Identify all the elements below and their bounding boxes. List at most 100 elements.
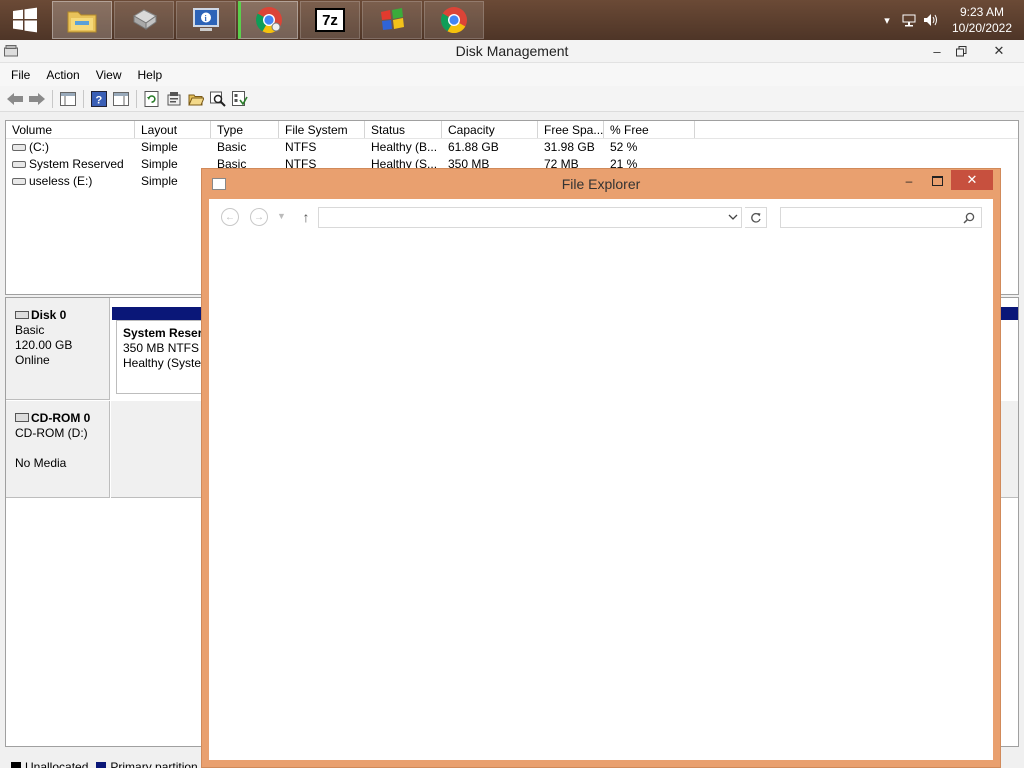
cd-rom-type: CD-ROM (D:)	[15, 426, 88, 440]
taskbar-chrome[interactable]	[424, 1, 484, 39]
file-system-cell: NTFS	[285, 140, 317, 154]
layout-cell: Simple	[141, 174, 178, 188]
cd-rom-state: No Media	[15, 456, 67, 470]
open-button[interactable]	[185, 88, 207, 110]
taskbar-windows-legacy-app[interactable]	[362, 1, 422, 39]
unallocated-swatch	[11, 762, 21, 768]
chevron-down-icon	[728, 214, 738, 220]
7zip-icon: 7z	[315, 8, 345, 32]
legend-primary-partition: Primary partition	[110, 760, 198, 768]
column-header-layout[interactable]: Layout	[135, 121, 211, 138]
taskbar-system-information[interactable]: i	[176, 1, 236, 39]
chrome-icon	[440, 7, 467, 34]
menu-file[interactable]: File	[3, 68, 38, 82]
refresh-icon	[750, 212, 761, 223]
back-arrow-icon	[7, 92, 23, 105]
free-space-cell: 31.98 GB	[544, 140, 595, 154]
minimize-button[interactable]: –	[896, 171, 922, 191]
recent-locations-dropdown[interactable]: ▼	[277, 211, 286, 221]
close-button[interactable]: ✕	[984, 40, 1014, 62]
address-bar[interactable]	[318, 207, 742, 228]
toolbar-separator	[83, 89, 84, 108]
folder-icon	[67, 11, 97, 33]
layout-cell: Simple	[141, 157, 178, 171]
column-header-percent-free[interactable]: % Free	[604, 121, 695, 138]
disk-name: Disk 0	[31, 308, 67, 322]
show-hide-action-pane-button[interactable]	[110, 88, 132, 110]
column-header-capacity[interactable]: Capacity	[442, 121, 538, 138]
system-tray: ▾ 9:23 AM 10/20/2022	[876, 0, 1024, 40]
action-pane-icon	[113, 91, 129, 106]
explore-button[interactable]	[207, 88, 229, 110]
disk-state: Online	[15, 353, 50, 367]
help-icon: ?	[91, 90, 107, 107]
address-dropdown-button[interactable]	[726, 210, 740, 224]
svg-text:?: ?	[96, 94, 103, 106]
start-button[interactable]	[0, 0, 50, 40]
menu-help[interactable]: Help	[130, 68, 171, 82]
column-header-type[interactable]: Type	[211, 121, 279, 138]
cd-rom-name: CD-ROM 0	[31, 411, 91, 425]
settings-button[interactable]	[229, 88, 251, 110]
up-button[interactable]: ↑	[298, 207, 314, 227]
search-icon[interactable]	[961, 210, 977, 226]
taskbar-removable-drive[interactable]	[114, 1, 174, 39]
system-reserved-partition[interactable]: System Reserv 350 MB NTFS Healthy (Syste…	[116, 320, 214, 394]
show-hidden-icons-icon[interactable]: ▾	[876, 0, 898, 40]
title-bar[interactable]: Disk Management – ✕	[0, 40, 1024, 63]
taskbar-file-explorer[interactable]	[52, 1, 112, 39]
back-button[interactable]: ←	[221, 208, 239, 226]
taskbar-chrome-running[interactable]	[238, 1, 298, 39]
legend: Unallocated Primary partition	[5, 757, 198, 768]
cd-rom-0-label[interactable]: CD-ROM 0 CD-ROM (D:) No Media	[6, 401, 110, 498]
refresh-button[interactable]	[141, 88, 163, 110]
maximize-button[interactable]	[924, 171, 950, 191]
properties-button[interactable]	[163, 88, 185, 110]
drive-icon	[12, 144, 26, 152]
column-header-file-system[interactable]: File System	[279, 121, 365, 138]
network-icon[interactable]	[898, 0, 920, 40]
refresh-button[interactable]	[745, 207, 767, 228]
forward-button[interactable]: →	[250, 208, 268, 226]
column-header-status[interactable]: Status	[365, 121, 442, 138]
restore-button[interactable]	[946, 40, 976, 62]
toolbar-separator	[52, 89, 53, 108]
window-title: Disk Management	[455, 43, 569, 59]
legend-unallocated: Unallocated	[25, 760, 89, 768]
file-explorer-title: File Explorer	[561, 176, 641, 192]
menu-view[interactable]: View	[88, 68, 130, 82]
7zip-label: 7z	[322, 11, 338, 29]
close-button[interactable]: ✕	[951, 170, 993, 190]
column-header-free-space[interactable]: Free Spa...	[538, 121, 604, 138]
refresh-icon	[144, 90, 159, 107]
file-explorer-window: File Explorer – ✕ ← → ▼ ↑	[201, 168, 1001, 768]
volume-icon[interactable]	[920, 0, 942, 40]
clock-time: 9:23 AM	[959, 5, 1005, 19]
back-button[interactable]	[4, 88, 26, 110]
file-explorer-title-bar[interactable]: File Explorer – ✕	[202, 169, 1000, 199]
help-button[interactable]: ?	[88, 88, 110, 110]
forward-arrow-icon	[29, 92, 45, 105]
disk-size: 120.00 GB	[15, 338, 73, 352]
checklist-icon	[232, 90, 248, 106]
forward-button[interactable]	[26, 88, 48, 110]
show-hide-console-tree-button[interactable]	[57, 88, 79, 110]
search-input[interactable]	[780, 207, 982, 228]
open-folder-icon	[188, 94, 204, 105]
volume-cell: System Reserved	[6, 156, 135, 173]
column-header-volume[interactable]: Volume	[6, 121, 135, 138]
percent-free-cell: 52 %	[610, 140, 638, 154]
forward-arrow-icon: →	[254, 211, 264, 223]
menu-action[interactable]: Action	[38, 68, 87, 82]
capacity-cell: 61.88 GB	[448, 140, 499, 154]
layout-cell: Simple	[141, 140, 178, 154]
taskbar-7zip[interactable]: 7z	[300, 1, 360, 39]
clock[interactable]: 9:23 AM 10/20/2022	[942, 4, 1022, 36]
system-info-icon: i	[193, 8, 219, 31]
table-row[interactable]: (C:) Simple Basic NTFS Healthy (B... 61.…	[6, 139, 1018, 156]
disk-0-label[interactable]: Disk 0 Basic 120.00 GB Online	[6, 298, 110, 400]
windows-flag-icon	[381, 8, 404, 30]
toolbar-separator	[136, 89, 137, 108]
file-explorer-content: ← → ▼ ↑	[209, 199, 993, 760]
removable-drive-icon	[133, 9, 157, 30]
